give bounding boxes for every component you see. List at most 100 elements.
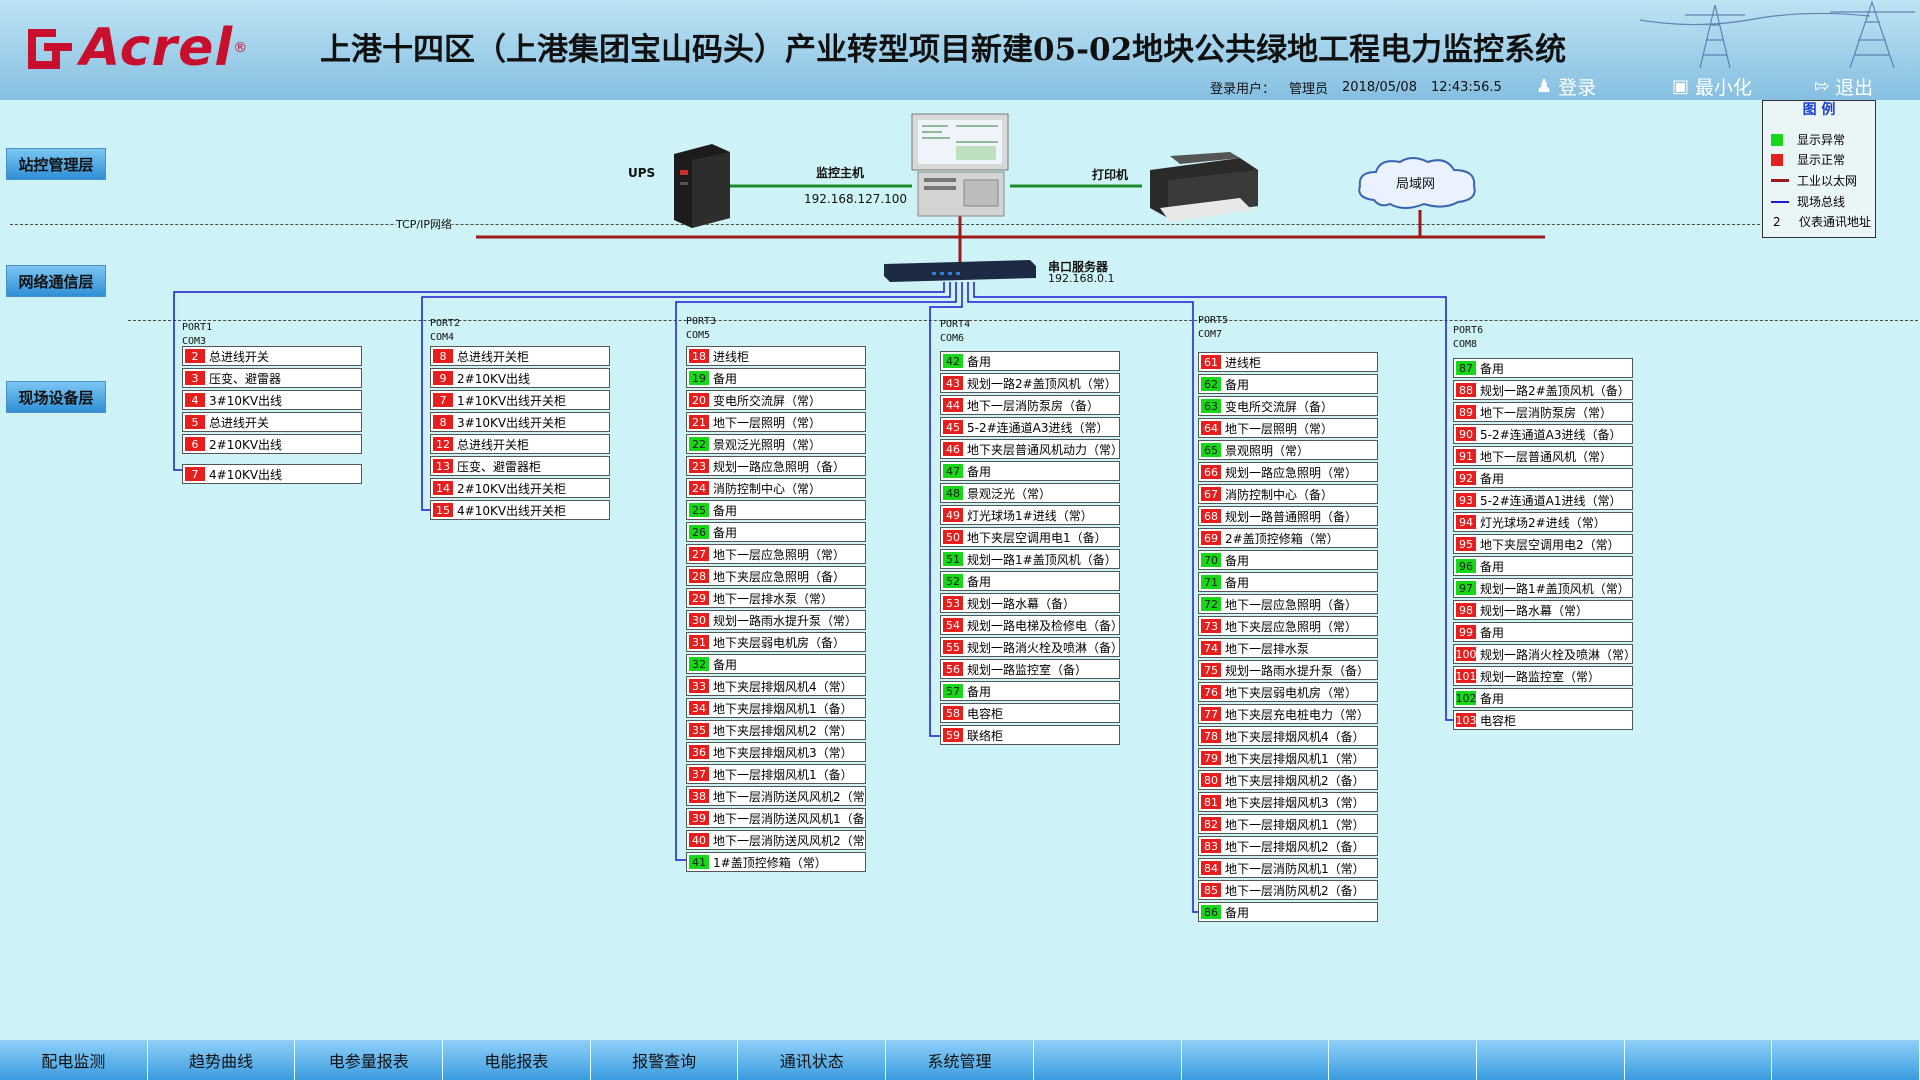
device-row[interactable]: 31 地下夹层弱电机房（备） [686,632,866,652]
device-row[interactable]: 8 3#10KV出线开关柜 [430,412,610,432]
device-row[interactable]: 3 压变、避雷器 [182,368,362,388]
device-row[interactable]: 44 地下一层消防泵房（备） [940,395,1120,415]
device-row[interactable]: 81 地下夹层排烟风机3（常） [1198,792,1378,812]
device-row[interactable]: 32 备用 [686,654,866,674]
device-row[interactable]: 62 备用 [1198,374,1378,394]
device-row[interactable]: 59 联络柜 [940,725,1120,745]
device-row[interactable]: 15 4#10KV出线开关柜 [430,500,610,520]
nav-tab[interactable]: 趋势曲线 [147,1040,296,1080]
nav-tab[interactable] [1181,1040,1330,1080]
device-row[interactable]: 100 规划一路消火栓及喷淋（常） [1453,644,1633,664]
device-row[interactable]: 67 消防控制中心（备） [1198,484,1378,504]
nav-tab[interactable] [1033,1040,1182,1080]
device-row[interactable]: 50 地下夹层空调用电1（备） [940,527,1120,547]
device-row[interactable]: 23 规划一路应急照明（备） [686,456,866,476]
device-row[interactable]: 43 规划一路2#盖顶风机（常） [940,373,1120,393]
device-row[interactable]: 4 3#10KV出线 [182,390,362,410]
device-row[interactable]: 37 地下一层排烟风机1（备） [686,764,866,784]
device-row[interactable]: 97 规划一路1#盖顶风机（常） [1453,578,1633,598]
nav-tab[interactable] [1624,1040,1773,1080]
device-row[interactable]: 74 地下一层排水泵 [1198,638,1378,658]
device-row[interactable]: 19 备用 [686,368,866,388]
device-row[interactable]: 5 总进线开关 [182,412,362,432]
device-row[interactable]: 24 消防控制中心（常） [686,478,866,498]
device-row[interactable]: 27 地下一层应急照明（常） [686,544,866,564]
device-row[interactable]: 94 灯光球场2#进线（常） [1453,512,1633,532]
device-row[interactable]: 65 景观照明（常） [1198,440,1378,460]
nav-tab[interactable]: 电能报表 [443,1040,591,1080]
nav-tab[interactable] [1329,1040,1477,1080]
device-row[interactable]: 58 电容柜 [940,703,1120,723]
device-row[interactable]: 34 地下夹层排烟风机1（备） [686,698,866,718]
nav-tab[interactable]: 配电监测 [0,1040,148,1080]
printer-icon[interactable] [1140,152,1262,224]
nav-tab[interactable]: 通讯状态 [738,1040,887,1080]
device-row[interactable]: 25 备用 [686,500,866,520]
device-row[interactable]: 41 1#盖顶控修箱（常） [686,852,866,872]
device-row[interactable]: 98 规划一路水幕（常） [1453,600,1633,620]
device-row[interactable]: 92 备用 [1453,468,1633,488]
device-row[interactable]: 61 进线柜 [1198,352,1378,372]
device-row[interactable]: 69 2#盖顶控修箱（常） [1198,528,1378,548]
nav-tab[interactable] [1772,1040,1920,1080]
computer-icon[interactable] [908,112,1012,218]
device-row[interactable]: 96 备用 [1453,556,1633,576]
nav-tab[interactable]: 电参量报表 [295,1040,444,1080]
device-row[interactable]: 71 备用 [1198,572,1378,592]
device-row[interactable]: 2 总进线开关 [182,346,362,366]
device-row[interactable]: 73 地下夹层应急照明（常） [1198,616,1378,636]
device-row[interactable]: 83 地下一层排烟风机2（备） [1198,836,1378,856]
device-row[interactable]: 14 2#10KV出线开关柜 [430,478,610,498]
device-row[interactable]: 47 备用 [940,461,1120,481]
device-row[interactable]: 55 规划一路消火栓及喷淋（备） [940,637,1120,657]
device-row[interactable]: 12 总进线开关柜 [430,434,610,454]
device-row[interactable]: 52 备用 [940,571,1120,591]
device-row[interactable]: 99 备用 [1453,622,1633,642]
device-row[interactable]: 20 变电所交流屏（常） [686,390,866,410]
device-row[interactable]: 30 规划一路雨水提升泵（常） [686,610,866,630]
device-row[interactable]: 53 规划一路水幕（备） [940,593,1120,613]
nav-tab[interactable] [1476,1040,1625,1080]
nav-tab[interactable]: 系统管理 [886,1040,1034,1080]
device-row[interactable]: 103 电容柜 [1453,710,1633,730]
device-row[interactable]: 22 景观泛光照明（常） [686,434,866,454]
device-row[interactable]: 84 地下一层消防风机1（常） [1198,858,1378,878]
device-row[interactable]: 7 4#10KV出线 [182,464,362,484]
device-row[interactable]: 68 规划一路普通照明（备） [1198,506,1378,526]
device-row[interactable]: 29 地下一层排水泵（常） [686,588,866,608]
device-row[interactable]: 66 规划一路应急照明（常） [1198,462,1378,482]
device-row[interactable]: 45 5-2#连通道A3进线（常） [940,417,1120,437]
device-row[interactable]: 93 5-2#连通道A1进线（常） [1453,490,1633,510]
device-row[interactable]: 26 备用 [686,522,866,542]
device-row[interactable]: 51 规划一路1#盖顶风机（备） [940,549,1120,569]
device-row[interactable]: 49 灯光球场1#进线（常） [940,505,1120,525]
device-row[interactable]: 40 地下一层消防送风风机2（常） [686,830,866,850]
device-row[interactable]: 79 地下夹层排烟风机1（常） [1198,748,1378,768]
device-row[interactable]: 28 地下夹层应急照明（备） [686,566,866,586]
device-row[interactable]: 8 总进线开关柜 [430,346,610,366]
device-row[interactable]: 87 备用 [1453,358,1633,378]
device-row[interactable]: 63 变电所交流屏（备） [1198,396,1378,416]
device-row[interactable]: 89 地下一层消防泵房（常） [1453,402,1633,422]
device-row[interactable]: 9 2#10KV出线 [430,368,610,388]
device-row[interactable]: 21 地下一层照明（常） [686,412,866,432]
device-row[interactable]: 18 进线柜 [686,346,866,366]
device-row[interactable]: 56 规划一路监控室（备） [940,659,1120,679]
device-row[interactable]: 88 规划一路2#盖顶风机（备） [1453,380,1633,400]
device-row[interactable]: 90 5-2#连通道A3进线（备） [1453,424,1633,444]
device-row[interactable]: 91 地下一层普通风机（常） [1453,446,1633,466]
device-row[interactable]: 7 1#10KV出线开关柜 [430,390,610,410]
device-row[interactable]: 75 规划一路雨水提升泵（备） [1198,660,1378,680]
device-row[interactable]: 13 压变、避雷器柜 [430,456,610,476]
device-row[interactable]: 102 备用 [1453,688,1633,708]
device-row[interactable]: 70 备用 [1198,550,1378,570]
device-row[interactable]: 64 地下一层照明（常） [1198,418,1378,438]
device-row[interactable]: 6 2#10KV出线 [182,434,362,454]
device-row[interactable]: 80 地下夹层排烟风机2（备） [1198,770,1378,790]
device-row[interactable]: 36 地下夹层排烟风机3（常） [686,742,866,762]
device-row[interactable]: 57 备用 [940,681,1120,701]
device-row[interactable]: 38 地下一层消防送风风机2（常） [686,786,866,806]
device-row[interactable]: 85 地下一层消防风机2（备） [1198,880,1378,900]
device-row[interactable]: 101 规划一路监控室（常） [1453,666,1633,686]
device-row[interactable]: 77 地下夹层充电桩电力（常） [1198,704,1378,724]
